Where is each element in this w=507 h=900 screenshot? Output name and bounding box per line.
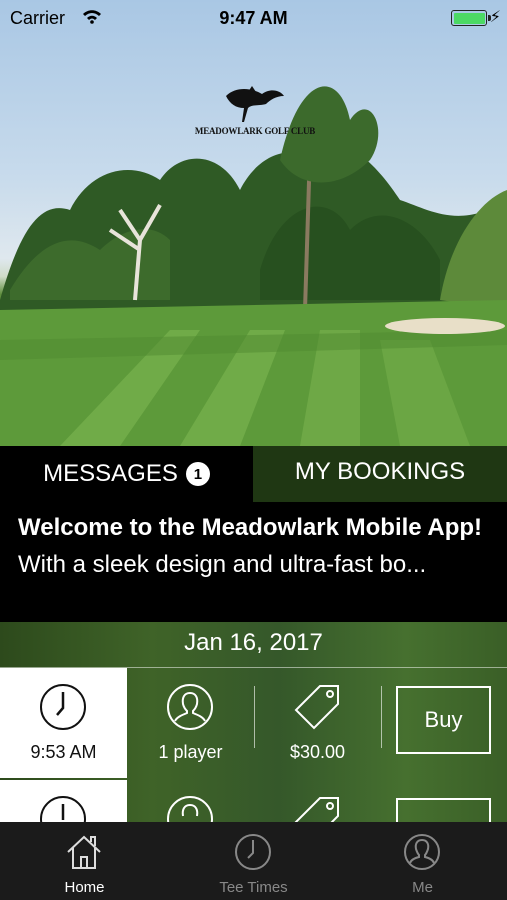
home-icon bbox=[67, 835, 101, 869]
tab-messages[interactable]: MESSAGES 1 bbox=[0, 446, 253, 502]
clock-icon bbox=[235, 834, 271, 870]
price-label: $30.00 bbox=[289, 742, 346, 762]
date-header: Jan 16, 2017 bbox=[0, 622, 507, 668]
players-label: 1 player bbox=[158, 742, 223, 762]
hero-image: MEADOWLARK GOLF CLUB bbox=[0, 0, 507, 446]
buy-button[interactable] bbox=[396, 798, 491, 822]
status-time: 9:47 AM bbox=[219, 8, 288, 28]
price-cell: $30.00 bbox=[254, 668, 381, 778]
tab-bookings-label: MY BOOKINGS bbox=[294, 458, 466, 485]
segment-tabs: MESSAGES 1 MY BOOKINGS bbox=[0, 446, 507, 502]
tee-time-row[interactable] bbox=[0, 780, 507, 822]
meadowlark-logo-icon bbox=[226, 86, 284, 122]
price-tag-icon bbox=[294, 685, 339, 730]
price-cell bbox=[254, 780, 381, 822]
tab-my-bookings[interactable]: MY BOOKINGS bbox=[253, 446, 507, 502]
bottom-tab-bar: Home Tee Times Me bbox=[0, 822, 507, 900]
buy-cell: Buy bbox=[381, 668, 507, 778]
players-cell bbox=[127, 780, 254, 822]
messages-count-badge: 1 bbox=[185, 462, 210, 486]
tee-times-section: Jan 16, 2017 9:53 AM 1 player $30.00 Buy bbox=[0, 622, 507, 822]
user-icon bbox=[167, 684, 213, 730]
logo-text: MEADOWLARK GOLF CLUB bbox=[194, 126, 316, 136]
charging-icon: ⚡ bbox=[489, 9, 501, 26]
tabbar-home[interactable]: Home bbox=[0, 822, 169, 900]
price-tag-icon bbox=[294, 797, 339, 822]
buy-button[interactable]: Buy bbox=[396, 686, 491, 754]
tabbar-home-label: Home bbox=[64, 879, 105, 896]
clock-icon bbox=[40, 684, 86, 730]
buy-cell bbox=[381, 780, 507, 822]
clock-icon bbox=[40, 796, 86, 822]
tabbar-me-label: Me bbox=[412, 879, 433, 896]
tee-time-cell: 9:53 AM bbox=[0, 668, 127, 778]
user-icon bbox=[404, 834, 440, 870]
message-card[interactable]: Welcome to the Meadowlark Mobile App! Wi… bbox=[0, 502, 507, 622]
tabbar-tee-times[interactable]: Tee Times bbox=[169, 822, 338, 900]
battery-icon bbox=[451, 10, 491, 26]
tee-time-row[interactable]: 9:53 AM 1 player $30.00 Buy bbox=[0, 668, 507, 778]
tabbar-me[interactable]: Me bbox=[338, 822, 507, 900]
message-body: With a sleek design and ultra-fast bo... bbox=[18, 551, 427, 578]
tab-messages-label: MESSAGES bbox=[43, 460, 178, 487]
tee-time-label: 9:53 AM bbox=[30, 742, 97, 762]
message-title: Welcome to the Meadowlark Mobile App! bbox=[18, 514, 483, 541]
players-cell: 1 player bbox=[127, 668, 254, 778]
club-logo: MEADOWLARK GOLF CLUB bbox=[190, 84, 320, 144]
tee-time-cell bbox=[0, 780, 127, 822]
user-icon bbox=[167, 796, 213, 822]
status-bar: Carrier 9:47 AM ⚡ bbox=[0, 0, 507, 36]
tabbar-tee-times-label: Tee Times bbox=[219, 879, 288, 896]
